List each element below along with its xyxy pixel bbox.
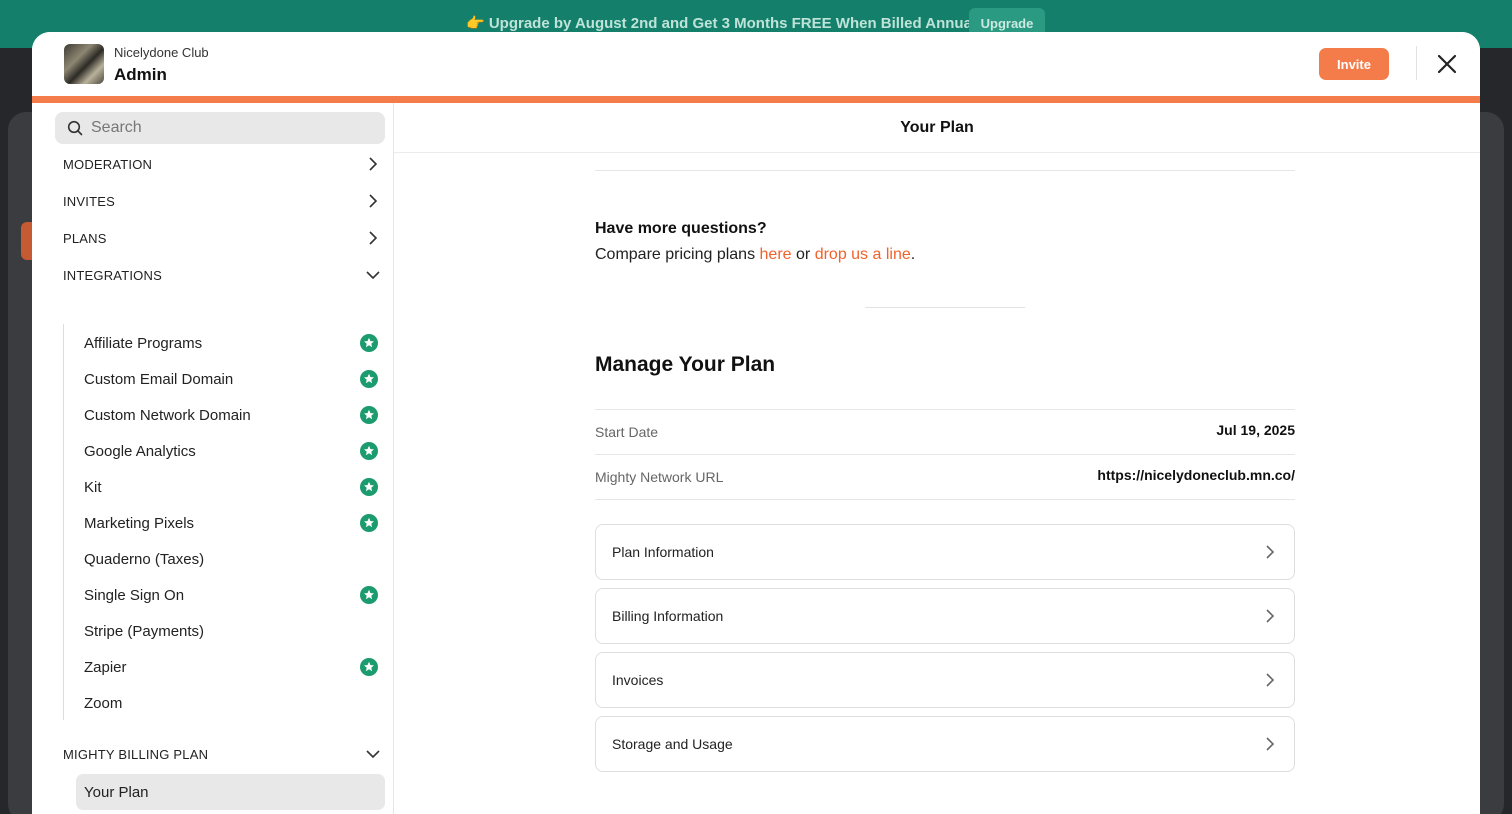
invoices-card[interactable]: Invoices <box>595 652 1295 708</box>
search-box <box>55 112 385 144</box>
sidebar-item-label: Google Analytics <box>84 443 196 460</box>
chevron-right-icon <box>1266 737 1275 751</box>
chevron-down-icon <box>366 271 380 280</box>
sidebar-item-custom-email-domain[interactable]: Custom Email Domain <box>84 365 384 393</box>
sidebar-section-integrations[interactable]: INTEGRATIONS <box>63 264 381 288</box>
questions-prefix: Compare pricing plans <box>595 246 760 263</box>
chevron-right-icon <box>369 194 378 208</box>
chevron-right-icon <box>369 157 378 171</box>
chevron-right-icon <box>369 231 378 245</box>
close-icon[interactable] <box>1435 52 1459 76</box>
star-badge-icon <box>360 406 378 424</box>
sidebar-section-mighty-billing-plan[interactable]: MIGHTY BILLING PLAN <box>63 743 381 767</box>
section-label: INTEGRATIONS <box>63 268 162 283</box>
sidebar-item-zoom[interactable]: Zoom <box>84 689 384 717</box>
section-label: INVITES <box>63 194 115 209</box>
contact-link[interactable]: drop us a line <box>815 246 911 263</box>
card-label: Billing Information <box>612 608 724 624</box>
storage-and-usage-card[interactable]: Storage and Usage <box>595 716 1295 772</box>
chevron-down-icon <box>366 750 380 759</box>
org-name: Nicelydone Club <box>114 45 209 60</box>
questions-or: or <box>791 246 815 263</box>
sidebar-item-label: Affiliate Programs <box>84 335 203 352</box>
sidebar-item-label: Zoom <box>84 695 123 712</box>
divider <box>595 170 1295 171</box>
section-label: MODERATION <box>63 157 153 172</box>
questions-suffix: . <box>910 246 916 263</box>
sidebar-item-label: Kit <box>84 479 102 496</box>
detail-row-network-url: Mighty Network URL https://nicelydoneclu… <box>595 454 1295 499</box>
billing-information-card[interactable]: Billing Information <box>595 588 1295 644</box>
sidebar-item-kit[interactable]: Kit <box>84 473 384 501</box>
compare-plans-link[interactable]: here <box>760 246 792 263</box>
detail-label: Mighty Network URL <box>595 469 724 485</box>
sidebar-section-plans[interactable]: PLANS <box>63 227 381 251</box>
star-badge-icon <box>360 478 378 496</box>
questions-heading: Have more questions? <box>595 220 767 237</box>
sidebar-item-google-analytics[interactable]: Google Analytics <box>84 437 384 465</box>
sidebar-item-affiliate-programs[interactable]: Affiliate Programs <box>84 329 384 357</box>
invite-button[interactable]: Invite <box>1319 48 1389 80</box>
sidebar-item-stripe[interactable]: Stripe (Payments) <box>84 617 384 645</box>
star-badge-icon <box>360 334 378 352</box>
sidebar-item-label: Stripe (Payments) <box>84 623 205 640</box>
chevron-right-icon <box>1266 609 1275 623</box>
star-badge-icon <box>360 370 378 388</box>
sidebar-item-label: Single Sign On <box>84 587 185 604</box>
plan-information-card[interactable]: Plan Information <box>595 524 1295 580</box>
questions-text: Compare pricing plans here or drop us a … <box>595 246 915 264</box>
sidebar-item-label: Custom Email Domain <box>84 371 234 388</box>
chevron-right-icon <box>1266 673 1275 687</box>
sidebar-item-label: Zapier <box>84 659 127 676</box>
chevron-right-icon <box>1266 545 1275 559</box>
sidebar-item-your-plan[interactable]: Your Plan <box>76 774 385 810</box>
sidebar-item-label: Your Plan <box>84 784 149 801</box>
header-accent-bar <box>32 96 1480 103</box>
sidebar-item-custom-network-domain[interactable]: Custom Network Domain <box>84 401 384 429</box>
detail-label: Start Date <box>595 424 659 440</box>
modal-title: Admin <box>114 65 167 84</box>
divider <box>865 307 1025 308</box>
sidebar-section-moderation[interactable]: MODERATION <box>63 153 381 177</box>
network-logo <box>64 44 104 84</box>
divider <box>595 499 1295 500</box>
sidebar-item-label: Quaderno (Taxes) <box>84 551 205 568</box>
card-label: Storage and Usage <box>612 736 733 752</box>
card-label: Invoices <box>612 672 664 688</box>
star-badge-icon <box>360 658 378 676</box>
banner-text: 👉 Upgrade by August 2nd and Get 3 Months… <box>466 15 989 32</box>
manage-plan-heading: Manage Your Plan <box>595 353 776 376</box>
header-divider <box>1416 46 1417 80</box>
sidebar-item-label: Custom Network Domain <box>84 407 251 424</box>
sidebar-item-single-sign-on[interactable]: Single Sign On <box>84 581 384 609</box>
section-label: PLANS <box>63 231 107 246</box>
sidebar-section-invites[interactable]: INVITES <box>63 190 381 214</box>
search-icon <box>67 120 83 136</box>
sidebar-item-marketing-pixels[interactable]: Marketing Pixels <box>84 509 384 537</box>
sidebar-item-label: Marketing Pixels <box>84 515 195 532</box>
admin-sidebar: MODERATION INVITES PLANS INTEGRATIONS Af… <box>32 103 394 814</box>
modal-header: Nicelydone Club Admin Invite <box>32 32 1480 96</box>
star-badge-icon <box>360 586 378 604</box>
section-label: MIGHTY BILLING PLAN <box>63 747 209 762</box>
detail-value: https://nicelydoneclub.mn.co/ <box>1097 467 1295 483</box>
detail-value: Jul 19, 2025 <box>1216 422 1295 438</box>
sidebar-item-zapier[interactable]: Zapier <box>84 653 384 681</box>
star-badge-icon <box>360 442 378 460</box>
card-label: Plan Information <box>612 544 714 560</box>
integrations-guide-line <box>63 324 64 720</box>
page-title: Your Plan <box>394 103 1480 153</box>
search-input[interactable] <box>91 112 371 144</box>
star-badge-icon <box>360 514 378 532</box>
detail-row-start-date: Start Date Jul 19, 2025 <box>595 409 1295 454</box>
sidebar-item-quaderno[interactable]: Quaderno (Taxes) <box>84 545 384 573</box>
admin-modal: Nicelydone Club Admin Invite MODERATION … <box>32 32 1480 814</box>
